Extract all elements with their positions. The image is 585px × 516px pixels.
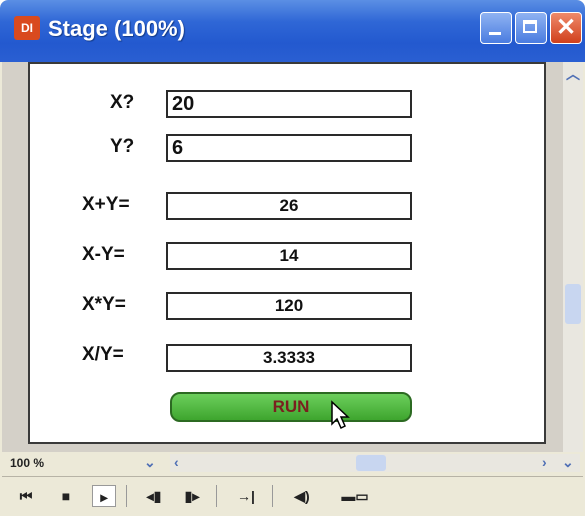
product-output: 120: [166, 292, 412, 320]
close-button[interactable]: ✕: [550, 12, 582, 44]
x-label: X?: [110, 92, 135, 113]
difference-output: 14: [166, 242, 412, 270]
step-forward-icon[interactable]: ▮▸: [180, 485, 204, 507]
toolbar-divider: [272, 485, 273, 507]
vertical-scrollbar[interactable]: ︿: [563, 62, 583, 452]
status-bar: 100 % ⌄ ‹ › ⌄: [2, 452, 583, 474]
maximize-button[interactable]: [515, 12, 547, 44]
horizontal-scroll-thumb[interactable]: [356, 455, 386, 471]
stage-area: X? 20 Y? 6 X+Y= 26 X-Y= 14 X*Y= 120 X/Y=…: [2, 62, 583, 452]
playback-controls: ⏮ ■ ▸ ◂▮ ▮▸ →| ◀) ▬▭: [2, 476, 583, 516]
keyboard-icon[interactable]: ▬▭: [332, 485, 378, 507]
sum-output: 26: [166, 192, 412, 220]
window-title: Stage (100%): [48, 16, 185, 41]
volume-icon[interactable]: ◀): [290, 485, 314, 507]
app-icon: DI: [14, 16, 40, 40]
mouse-pointer-icon: [331, 400, 350, 430]
maximize-icon: [523, 20, 537, 33]
stage-canvas: X? 20 Y? 6 X+Y= 26 X-Y= 14 X*Y= 120 X/Y=…: [28, 62, 546, 444]
quotient-label: X/Y=: [82, 344, 124, 365]
scroll-right-icon[interactable]: ›: [542, 454, 547, 470]
toolbar-divider: [216, 485, 217, 507]
difference-label: X-Y=: [82, 244, 125, 265]
scroll-down-icon[interactable]: ⌄: [562, 454, 574, 471]
minimize-button[interactable]: [480, 12, 512, 44]
play-icon[interactable]: ▸: [92, 485, 116, 507]
close-icon: ✕: [555, 14, 577, 41]
chevron-down-icon[interactable]: ⌄: [144, 454, 156, 471]
minimize-icon: [489, 32, 501, 35]
scroll-up-icon[interactable]: ︿: [566, 64, 580, 84]
vertical-scroll-thumb[interactable]: [565, 284, 581, 324]
x-input[interactable]: 20: [166, 90, 412, 118]
toolbar-divider: [126, 485, 127, 507]
stop-icon[interactable]: ■: [54, 485, 78, 507]
y-input[interactable]: 6: [166, 134, 412, 162]
product-label: X*Y=: [82, 294, 126, 315]
title-bar[interactable]: DI Stage (100%) ✕: [0, 0, 585, 62]
stage-window: DI Stage (100%) ✕ X? 20 Y? 6 X+Y= 26 X-Y…: [0, 0, 585, 516]
sum-label: X+Y=: [82, 194, 130, 215]
y-label: Y?: [110, 136, 135, 157]
scroll-left-icon[interactable]: ‹: [174, 454, 179, 470]
jump-to-end-icon[interactable]: →|: [234, 485, 258, 507]
quotient-output: 3.3333: [166, 344, 412, 372]
horizontal-scrollbar[interactable]: ‹ › ⌄: [170, 454, 580, 472]
step-back-icon[interactable]: ◂▮: [142, 485, 166, 507]
run-button[interactable]: RUN: [170, 392, 412, 422]
rewind-to-start-icon[interactable]: ⏮: [14, 485, 38, 507]
zoom-select[interactable]: 100 %: [10, 454, 160, 472]
